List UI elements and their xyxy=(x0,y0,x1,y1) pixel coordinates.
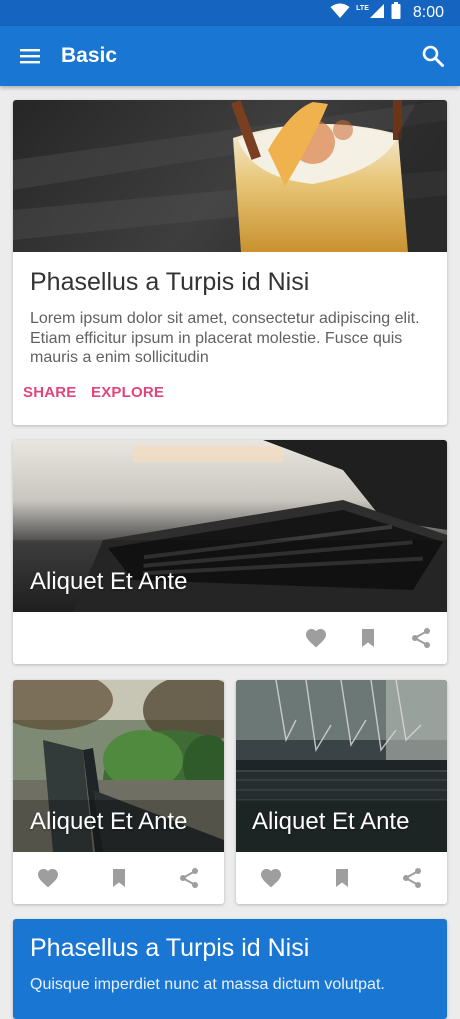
bookmark-icon[interactable] xyxy=(330,866,354,890)
search-button[interactable] xyxy=(420,43,446,69)
bookmark-icon[interactable] xyxy=(356,626,380,650)
explore-text-button[interactable]: EXPLORE xyxy=(91,384,164,401)
menu-icon xyxy=(20,49,40,64)
card-garden: Aliquet Et Ante xyxy=(13,680,224,904)
wifi-icon xyxy=(330,3,350,24)
card-title: Phasellus a Turpis id Nisi xyxy=(30,934,310,962)
share-text-button[interactable]: SHARE xyxy=(23,384,77,401)
card-body-text: Lorem ipsum dolor sit amet, consectetur … xyxy=(30,310,420,366)
card-actions xyxy=(13,612,447,664)
card-actions xyxy=(13,852,224,904)
menu-button[interactable] xyxy=(18,44,42,68)
app-title: Basic xyxy=(61,44,118,67)
bookmark-icon[interactable] xyxy=(107,866,131,890)
card-title: Aliquet Et Ante xyxy=(252,808,410,835)
favorite-icon[interactable] xyxy=(259,866,283,890)
status-icons: LTE 8:00 xyxy=(330,0,444,26)
card-actions xyxy=(236,852,447,904)
status-bar: LTE 8:00 xyxy=(0,0,460,26)
card-subtitle: Quisque imperdiet nunc at massa dictum v… xyxy=(30,976,385,993)
status-time: 8:00 xyxy=(412,4,444,21)
card-title: Phasellus a Turpis id Nisi xyxy=(30,268,310,296)
search-icon xyxy=(422,45,444,67)
card-loom: Aliquet Et Ante xyxy=(236,680,447,904)
network-type-label: LTE xyxy=(356,4,369,12)
app-bar: Basic xyxy=(0,26,460,86)
favorite-icon[interactable] xyxy=(36,866,60,890)
cell-signal-icon xyxy=(369,3,385,24)
favorite-icon[interactable] xyxy=(304,626,328,650)
card-title: Aliquet Et Ante xyxy=(30,808,188,835)
share-icon[interactable] xyxy=(400,866,424,890)
card-image-drink xyxy=(13,100,447,252)
battery-icon xyxy=(391,2,401,24)
card-blue: Phasellus a Turpis id Nisi Quisque imper… xyxy=(13,919,447,1019)
card-keyboard: Aliquet Et Ante xyxy=(13,440,447,664)
card-title: Aliquet Et Ante xyxy=(30,568,188,595)
card-drink: Phasellus a Turpis id Nisi Lorem ipsum d… xyxy=(13,100,447,425)
share-icon[interactable] xyxy=(409,626,433,650)
share-icon[interactable] xyxy=(177,866,201,890)
